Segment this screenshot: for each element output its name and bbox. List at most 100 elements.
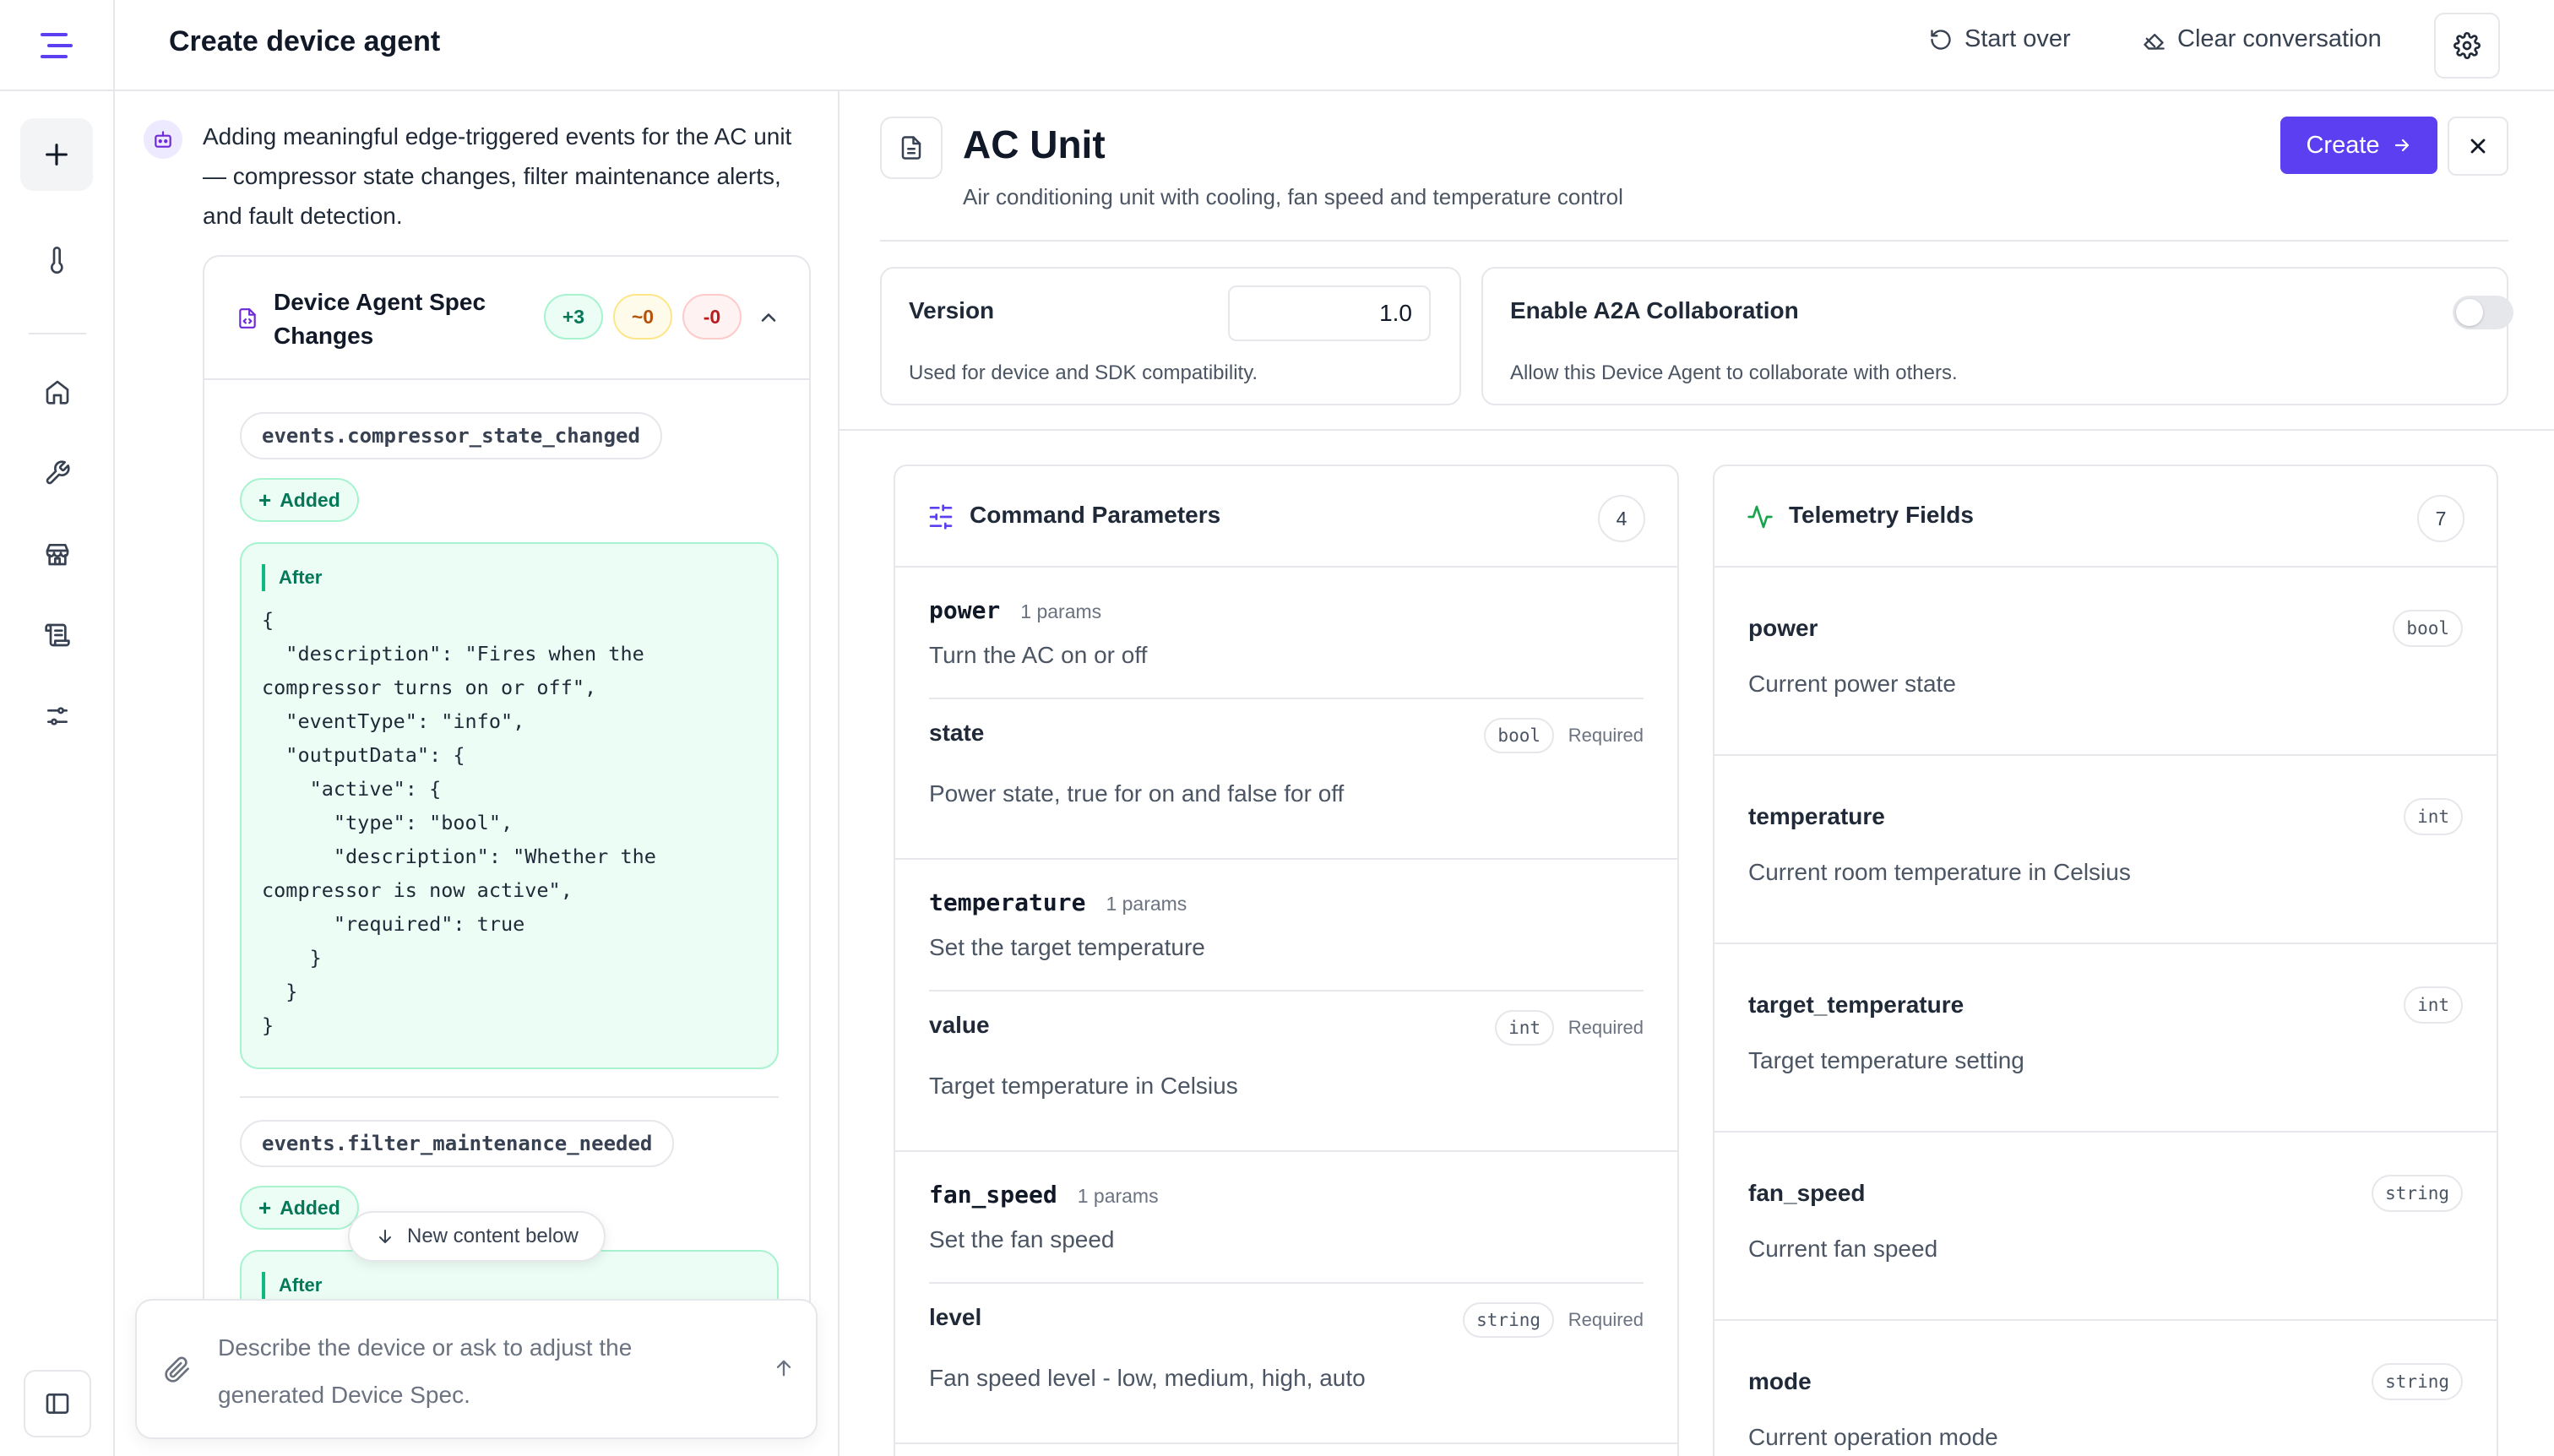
agent-name[interactable]: AC Unit <box>963 122 1106 167</box>
telemetry-type-badge: string <box>2372 1363 2463 1400</box>
spec-changes-card: Device Agent Spec Changes +3 ~0 -0 event… <box>203 255 811 1353</box>
command-param-count: 1 params <box>1106 893 1187 915</box>
sliders-horizontal-icon <box>929 504 953 530</box>
spec-changes-title: Device Agent Spec Changes <box>274 289 486 349</box>
plus-icon: + <box>258 487 272 513</box>
page-title: Create device agent <box>169 25 441 57</box>
telemetry-type-badge: string <box>2372 1175 2463 1212</box>
telemetry-item[interactable]: power bool Current power state <box>1714 568 2497 756</box>
rotate-ccw-icon <box>1931 29 1951 50</box>
telemetry-fields-title: Telemetry Fields <box>1789 502 1974 528</box>
bot-icon <box>155 131 171 148</box>
home-icon <box>46 380 69 405</box>
chevron-up-icon[interactable] <box>757 306 780 329</box>
param-name: level <box>929 1304 982 1330</box>
after-label: After <box>262 1272 757 1299</box>
command-parameters-header: Command Parameters 4 <box>895 466 1677 568</box>
new-content-below-button[interactable]: New content below <box>348 1211 606 1262</box>
divider <box>929 1282 1644 1284</box>
telemetry-item[interactable]: target_temperature int Target temperatur… <box>1714 944 2497 1133</box>
paperclip-icon[interactable] <box>164 1356 191 1383</box>
message-input[interactable]: Describe the device or ask to adjust the… <box>218 1324 725 1419</box>
command-item[interactable]: power 1 params Turn the AC on or off sta… <box>895 568 1677 860</box>
telemetry-description: Current power state <box>1748 671 1956 697</box>
telemetry-type-badge: bool <box>2393 610 2463 647</box>
telemetry-name: target_temperature <box>1748 991 1964 1018</box>
wrench-icon <box>46 460 70 485</box>
param-description: Fan speed level - low, medium, high, aut… <box>929 1365 1366 1391</box>
store-icon <box>46 544 69 566</box>
command-parameters-title: Command Parameters <box>970 502 1221 528</box>
create-button[interactable]: Create <box>2280 117 2437 174</box>
param-type-badge: string <box>1463 1302 1554 1338</box>
rail-sliders[interactable] <box>34 693 81 740</box>
new-agent-button[interactable] <box>20 118 93 191</box>
file-code-icon <box>239 308 256 329</box>
telemetry-item[interactable]: fan_speed string Current fan speed <box>1714 1133 2497 1321</box>
rail-thermometer[interactable] <box>34 236 81 284</box>
agent-file-icon-box <box>880 117 943 179</box>
version-card: Version Used for device and SDK compatib… <box>880 267 1461 405</box>
a2a-help: Allow this Device Agent to collaborate w… <box>1510 361 1958 384</box>
change-key: events.filter_maintenance_needed <box>240 1120 675 1167</box>
scroll-icon <box>45 623 70 647</box>
version-help: Used for device and SDK compatibility. <box>909 361 1258 384</box>
added-count-badge: +3 <box>544 294 603 340</box>
a2a-toggle[interactable] <box>2453 296 2513 329</box>
version-input[interactable] <box>1228 285 1431 341</box>
rail-tools[interactable] <box>34 449 81 497</box>
spec-changes-header[interactable]: Device Agent Spec Changes +3 ~0 -0 <box>204 257 809 380</box>
clear-conversation-label: Clear conversation <box>2177 25 2382 52</box>
param-type-badge: bool <box>1484 718 1554 753</box>
rail-store[interactable] <box>34 530 81 578</box>
param-description: Target temperature in Celsius <box>929 1073 1238 1099</box>
plus-icon: + <box>258 1195 272 1220</box>
gear-icon <box>2453 32 2481 59</box>
divider <box>880 240 2508 242</box>
divider <box>929 990 1644 991</box>
start-over-button[interactable]: Start over <box>1929 25 2071 53</box>
telemetry-fields-header: Telemetry Fields 7 <box>1714 466 2497 568</box>
telemetry-fields-section: Telemetry Fields 7 power bool Current po… <box>1713 465 2498 1456</box>
a2a-card: Enable A2A Collaboration Allow this Devi… <box>1481 267 2513 405</box>
command-item[interactable]: temperature 1 params Set the target temp… <box>895 860 1677 1152</box>
command-description: Turn the AC on or off <box>929 642 1148 668</box>
command-name: power <box>929 596 1001 624</box>
telemetry-name: temperature <box>1748 803 1885 829</box>
activity-icon <box>1747 505 1773 529</box>
rail-home[interactable] <box>34 368 81 416</box>
clear-conversation-button[interactable]: Clear conversation <box>2142 25 2382 53</box>
added-status-label: Added <box>280 488 340 511</box>
command-name: fan_speed <box>929 1181 1057 1209</box>
rail-docs[interactable] <box>34 611 81 659</box>
command-item[interactable]: fan_speed 1 params Set the fan speed lev… <box>895 1152 1677 1444</box>
toggle-panel-button[interactable] <box>24 1370 91 1437</box>
sidebar-icon <box>46 1394 69 1414</box>
divider <box>840 429 2554 431</box>
change-key: events.compressor_state_changed <box>240 412 662 459</box>
added-status-pill: + Added <box>240 1186 359 1230</box>
added-status-pill: + Added <box>240 478 359 522</box>
settings-button[interactable] <box>2434 13 2500 79</box>
eraser-icon <box>2144 33 2165 50</box>
logo[interactable] <box>0 0 115 91</box>
telemetry-description: Current fan speed <box>1748 1236 1938 1262</box>
thermometer-icon <box>51 247 63 274</box>
command-param-count: 1 params <box>1020 600 1102 622</box>
arrow-up-icon[interactable] <box>772 1356 796 1380</box>
arrow-down-icon <box>379 1230 391 1243</box>
file-icon <box>901 136 921 160</box>
telemetry-description: Current operation mode <box>1748 1424 1998 1450</box>
message-composer: Describe the device or ask to adjust the… <box>135 1299 818 1439</box>
param-type-badge: int <box>1495 1010 1554 1046</box>
telemetry-name: mode <box>1748 1368 1812 1394</box>
telemetry-item[interactable]: temperature int Current room temperature… <box>1714 756 2497 944</box>
agent-description[interactable]: Air conditioning unit with cooling, fan … <box>963 184 1623 210</box>
telemetry-type-badge: int <box>2404 798 2463 835</box>
command-count-badge: 4 <box>1598 495 1645 542</box>
telemetry-name: power <box>1748 615 1818 641</box>
telemetry-description: Current room temperature in Celsius <box>1748 859 2131 885</box>
rail-divider <box>29 333 86 334</box>
telemetry-item[interactable]: mode string Current operation mode <box>1714 1321 2497 1456</box>
close-button[interactable] <box>2448 117 2508 176</box>
